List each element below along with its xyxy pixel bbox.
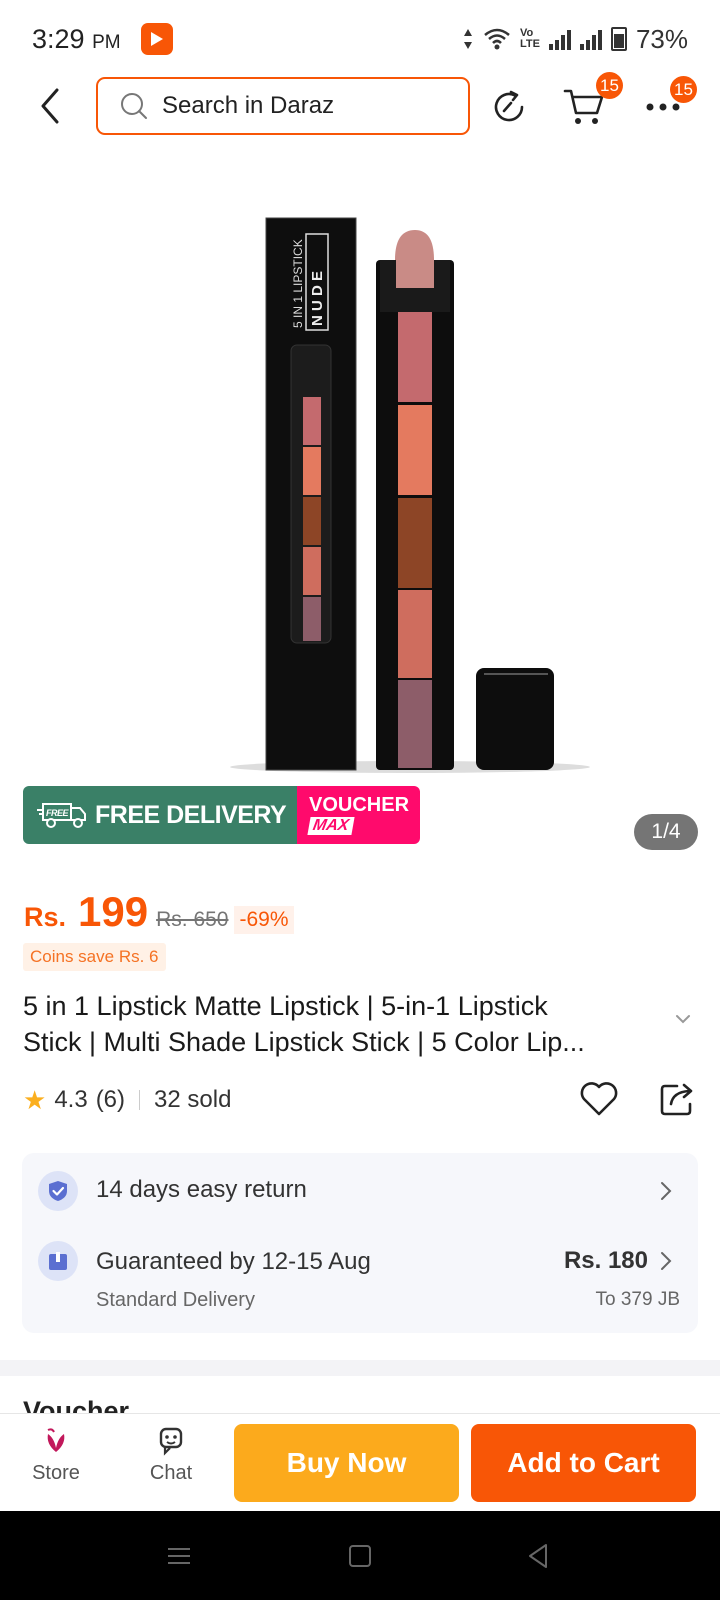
wifi-icon	[484, 28, 510, 50]
status-time: 3:29 PM	[32, 23, 121, 54]
voucher-max-badge: VOUCHER MAX	[297, 786, 420, 844]
top-header: Search in Daraz 15 15	[0, 72, 720, 138]
volte-icon: Vo LTE	[519, 27, 540, 50]
cart-count-badge: 15	[596, 72, 623, 99]
image-pager: 1/4	[634, 814, 698, 850]
coins-save-badge: Coins save Rs. 6	[23, 943, 166, 971]
search-bar[interactable]: Search in Daraz	[96, 77, 470, 135]
store-label: Store	[32, 1462, 80, 1484]
chevron-left-icon	[41, 88, 59, 124]
bottom-action-bar: Store Chat Buy Now Add to Cart	[0, 1413, 720, 1511]
section-divider	[0, 1360, 720, 1376]
delivery-fee: Rs. 180	[563, 1247, 648, 1274]
battery-icon	[610, 27, 627, 51]
product-detail-page: 3:29 PM Vo LTE 73% Search in Daraz 15 15…	[0, 0, 720, 1600]
promo-banner: FREE FREE DELIVERY VOUCHER MAX	[23, 786, 420, 844]
wishlist-heart-icon[interactable]	[578, 1078, 620, 1120]
price-currency: Rs.	[24, 902, 67, 932]
more-button[interactable]: 15	[640, 76, 697, 130]
status-bar: 3:29 PM Vo LTE 73%	[0, 0, 720, 78]
voucher-label: VOUCHER	[309, 794, 410, 816]
share-icon[interactable]	[657, 1078, 697, 1118]
daraz-app-icon	[140, 23, 173, 55]
shield-check-icon	[38, 1171, 78, 1211]
data-arrows-icon	[463, 29, 472, 49]
signal-icon-2	[579, 28, 602, 50]
buy-now-button[interactable]: Buy Now	[234, 1424, 459, 1502]
delivery-row[interactable]: Guaranteed by 12-15 Aug Standard Deliver…	[38, 1229, 682, 1329]
home-square-icon[interactable]	[345, 1541, 375, 1571]
rating-row[interactable]: ★ 4.3 (6) 32 sold	[23, 1082, 697, 1118]
chat-label: Chat	[149, 1462, 193, 1484]
original-price: Rs. 650	[156, 908, 229, 931]
discount-badge: -69%	[234, 906, 294, 934]
search-placeholder: Search in Daraz	[162, 92, 335, 119]
box-brand: N U D E	[309, 271, 326, 326]
box-text: 5 IN 1 LIPSTICK	[291, 239, 305, 328]
chat-icon	[159, 1427, 183, 1456]
rating-count: (6)	[95, 1086, 126, 1113]
chevron-right-icon	[661, 1182, 672, 1200]
expand-title-chevron-icon[interactable]	[674, 1012, 692, 1026]
service-delivery-card: 14 days easy return Guaranteed by 12-15 …	[22, 1153, 698, 1333]
easy-return-row[interactable]: 14 days easy return	[38, 1153, 682, 1229]
store-icon	[47, 1428, 65, 1452]
status-icons: Vo LTE 73%	[462, 24, 688, 55]
product-title-line-1: 5 in 1 Lipstick Matte Lipstick | 5-in-1 …	[23, 991, 548, 1021]
free-delivery-badge: FREE FREE DELIVERY	[23, 786, 297, 844]
more-dots-icon	[646, 103, 680, 111]
battery-percent: 73%	[635, 23, 688, 54]
current-price: 199	[78, 888, 149, 935]
rating-score: 4.3	[54, 1086, 88, 1113]
back-triangle-icon[interactable]	[524, 1541, 554, 1571]
store-button[interactable]: Store	[16, 1424, 96, 1485]
svg-text:FREE: FREE	[46, 808, 70, 818]
next-section-heading: Voucher	[23, 1396, 130, 1413]
guaranteed-delivery-text: Guaranteed by 12-15 Aug	[96, 1248, 371, 1275]
system-navigation-bar	[0, 1511, 720, 1600]
lipstick-product-image: 5 IN 1 LIPSTICK N U D E	[230, 217, 590, 773]
delivery-type: Standard Delivery	[96, 1289, 255, 1311]
rating-divider	[139, 1090, 141, 1110]
product-image-carousel[interactable]: 5 IN 1 LIPSTICK N U D E	[0, 150, 720, 850]
delivery-truck-icon: FREE	[37, 803, 86, 828]
star-icon: ★	[23, 1084, 47, 1115]
more-count-badge: 15	[670, 76, 697, 103]
return-policy-text: 14 days easy return	[96, 1176, 307, 1203]
search-icon	[121, 93, 147, 119]
cart-button[interactable]: 15	[562, 72, 623, 130]
free-delivery-label: FREE DELIVERY	[95, 800, 287, 829]
signal-icon-1	[548, 28, 571, 50]
product-title-line-2: Stick | Multi Shade Lipstick Stick | 5 C…	[23, 1027, 585, 1057]
history-button[interactable]	[486, 84, 532, 130]
sold-count: 32 sold	[154, 1086, 232, 1113]
price-row: Rs. 199 Rs. 650 -69%	[24, 888, 294, 936]
voucher-max-label: MAX	[307, 817, 355, 835]
menu-icon[interactable]	[164, 1541, 194, 1571]
delivery-box-icon	[38, 1241, 78, 1281]
back-button[interactable]	[30, 84, 70, 128]
chevron-right-icon	[661, 1252, 672, 1270]
product-title[interactable]: 5 in 1 Lipstick Matte Lipstick | 5-in-1 …	[23, 988, 663, 1060]
chat-button[interactable]: Chat	[131, 1424, 211, 1485]
refresh-history-icon	[494, 90, 524, 122]
add-to-cart-button[interactable]: Add to Cart	[471, 1424, 696, 1502]
delivery-destination: To 379 JB	[595, 1289, 681, 1310]
